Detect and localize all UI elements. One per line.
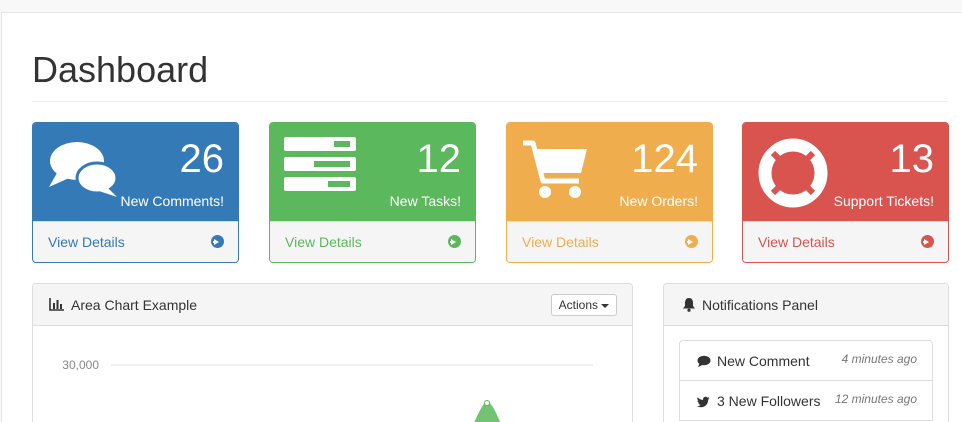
view-details-link[interactable]: View Details bbox=[522, 234, 599, 250]
tasks-icon bbox=[284, 137, 356, 200]
view-details-link[interactable]: View Details bbox=[285, 234, 362, 250]
support-view-details[interactable]: View Details bbox=[743, 221, 948, 262]
notifications-panel: Notifications Panel New Comment 4 minute… bbox=[663, 283, 949, 422]
comments-card-header: 26 New Comments! bbox=[33, 123, 238, 221]
title-divider bbox=[32, 101, 948, 102]
twitter-icon bbox=[697, 395, 710, 413]
notification-time: 12 minutes ago bbox=[834, 392, 917, 406]
comment-icon bbox=[697, 355, 711, 373]
bell-icon bbox=[682, 297, 696, 317]
comments-card: 26 New Comments! View Details bbox=[32, 122, 239, 263]
tasks-card: 12 New Tasks! View Details bbox=[269, 122, 476, 263]
view-details-link[interactable]: View Details bbox=[48, 234, 125, 250]
orders-view-details[interactable]: View Details bbox=[507, 221, 712, 262]
area-chart: 30,000 bbox=[62, 358, 593, 422]
arrow-circle-right-icon bbox=[921, 235, 934, 248]
comments-count: 26 bbox=[179, 137, 225, 181]
caret-down-icon bbox=[601, 303, 609, 308]
tasks-view-details[interactable]: View Details bbox=[270, 221, 475, 262]
area-chart-heading: Area Chart Example Actions bbox=[33, 284, 632, 326]
tasks-count: 12 bbox=[416, 137, 462, 181]
arrow-circle-right-icon bbox=[211, 235, 224, 248]
data-point bbox=[484, 400, 490, 406]
view-details-link[interactable]: View Details bbox=[758, 234, 835, 250]
support-count: 13 bbox=[889, 137, 935, 181]
notification-text: 3 New Followers bbox=[717, 393, 821, 409]
comments-label: New Comments! bbox=[120, 193, 224, 209]
area-chart-title: Area Chart Example bbox=[71, 297, 198, 313]
notification-text: New Comment bbox=[717, 353, 810, 369]
shopping-cart-icon bbox=[521, 137, 589, 206]
notifications-heading: Notifications Panel bbox=[664, 284, 948, 326]
life-ring-icon bbox=[757, 137, 829, 214]
actions-label: Actions bbox=[558, 298, 598, 312]
orders-count: 124 bbox=[631, 137, 698, 181]
actions-dropdown-button[interactable]: Actions bbox=[550, 294, 617, 316]
orders-label: New Orders! bbox=[619, 193, 698, 209]
notifications-title: Notifications Panel bbox=[702, 297, 818, 313]
support-card: 13 Support Tickets! View Details bbox=[742, 122, 949, 263]
area-chart-panel: Area Chart Example Actions 30,000 bbox=[32, 283, 633, 422]
arrow-circle-right-icon bbox=[685, 235, 698, 248]
list-item[interactable]: 3 New Followers 12 minutes ago bbox=[679, 380, 933, 421]
comments-icon bbox=[47, 137, 119, 204]
tasks-card-header: 12 New Tasks! bbox=[270, 123, 475, 221]
comments-view-details[interactable]: View Details bbox=[33, 221, 238, 262]
notification-time: 4 minutes ago bbox=[841, 352, 917, 366]
page-title: Dashboard bbox=[32, 49, 209, 90]
bar-chart-icon bbox=[49, 297, 65, 316]
arrow-circle-right-icon bbox=[448, 235, 461, 248]
orders-card: 124 New Orders! View Details bbox=[506, 122, 713, 263]
support-card-header: 13 Support Tickets! bbox=[743, 123, 948, 221]
notifications-list: New Comment 4 minutes ago 3 New Follower… bbox=[679, 340, 933, 421]
y-tick-label: 30,000 bbox=[62, 358, 99, 372]
orders-card-header: 124 New Orders! bbox=[507, 123, 712, 221]
tasks-label: New Tasks! bbox=[389, 193, 461, 209]
list-item[interactable]: New Comment 4 minutes ago bbox=[679, 340, 933, 381]
support-label: Support Tickets! bbox=[833, 193, 934, 209]
